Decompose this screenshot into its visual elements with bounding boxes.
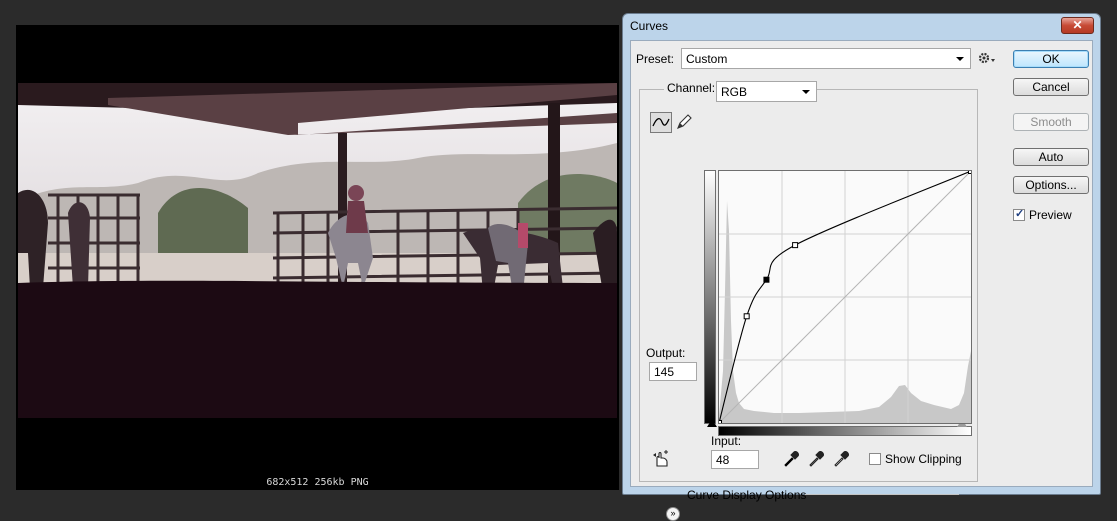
input-gradient-bar <box>718 426 972 436</box>
curve-point[interactable] <box>792 242 799 249</box>
targeted-adjustment-icon[interactable] <box>652 450 672 468</box>
input-label: Input: <box>711 434 742 448</box>
curves-dialog: Curves ✕ Preset: Custom Channel: RGB Out… <box>622 13 1101 521</box>
chevron-down-icon <box>802 90 810 94</box>
curve-point[interactable] <box>719 420 722 424</box>
options-button[interactable]: Options... <box>1013 176 1089 194</box>
preset-label: Preset: <box>636 52 675 66</box>
channel-value: RGB <box>721 85 748 99</box>
preset-select[interactable]: Custom <box>681 48 971 69</box>
curve-graph-svg[interactable] <box>719 171 971 423</box>
curve-graph[interactable] <box>718 170 972 424</box>
output-gradient-bar <box>704 170 716 424</box>
preview-checkbox[interactable] <box>1013 207 1025 221</box>
output-label: Output: <box>646 346 686 360</box>
auto-button[interactable]: Auto <box>1013 148 1089 166</box>
curve-point[interactable] <box>968 171 972 174</box>
photo-canvas <box>18 83 617 418</box>
pencil-icon <box>677 114 692 129</box>
dialog-titlebar[interactable]: Curves ✕ <box>623 14 1100 40</box>
smooth-button[interactable]: Smooth <box>1013 113 1089 131</box>
preview-label[interactable]: Preview <box>1029 208 1072 222</box>
divider <box>805 494 959 495</box>
ok-button[interactable]: OK <box>1013 50 1089 68</box>
input-field[interactable]: 48 <box>711 450 759 469</box>
channel-label: Channel: <box>664 81 719 95</box>
cancel-button[interactable]: Cancel <box>1013 78 1089 96</box>
channel-group: Channel: RGB Output: 145 Input: 48 Show … <box>639 81 978 521</box>
curve-tool-icon <box>652 118 670 127</box>
chevron-down-icon <box>956 57 964 61</box>
curve-point[interactable] <box>743 313 750 320</box>
dialog-body: Preset: Custom Channel: RGB Output: 145 … <box>630 40 1093 521</box>
output-field[interactable]: 145 <box>649 362 697 381</box>
curve-point-selected[interactable] <box>763 276 770 283</box>
close-icon: ✕ <box>1072 18 1083 32</box>
gray-eyedropper-icon[interactable] <box>807 450 825 468</box>
gear-icon[interactable] <box>978 51 996 65</box>
image-info-label: 682x512 256kb PNG <box>266 477 369 488</box>
dialog-title: Curves <box>630 19 669 33</box>
black-eyedropper-icon[interactable] <box>782 450 800 468</box>
show-clipping-checkbox[interactable] <box>869 453 881 465</box>
image-viewer: 682x512 256kb PNG <box>16 25 619 490</box>
show-clipping-label[interactable]: Show Clipping <box>885 452 962 466</box>
preset-value: Custom <box>686 52 728 66</box>
close-button[interactable]: ✕ <box>1061 17 1094 34</box>
channel-select[interactable]: RGB <box>716 81 817 102</box>
curve-display-options-label[interactable]: Curve Display Options <box>687 488 806 502</box>
black-point-slider[interactable] <box>707 419 717 427</box>
curve-tool-button[interactable] <box>650 112 672 133</box>
white-eyedropper-icon[interactable] <box>832 450 850 468</box>
pencil-tool-button[interactable] <box>674 112 696 133</box>
